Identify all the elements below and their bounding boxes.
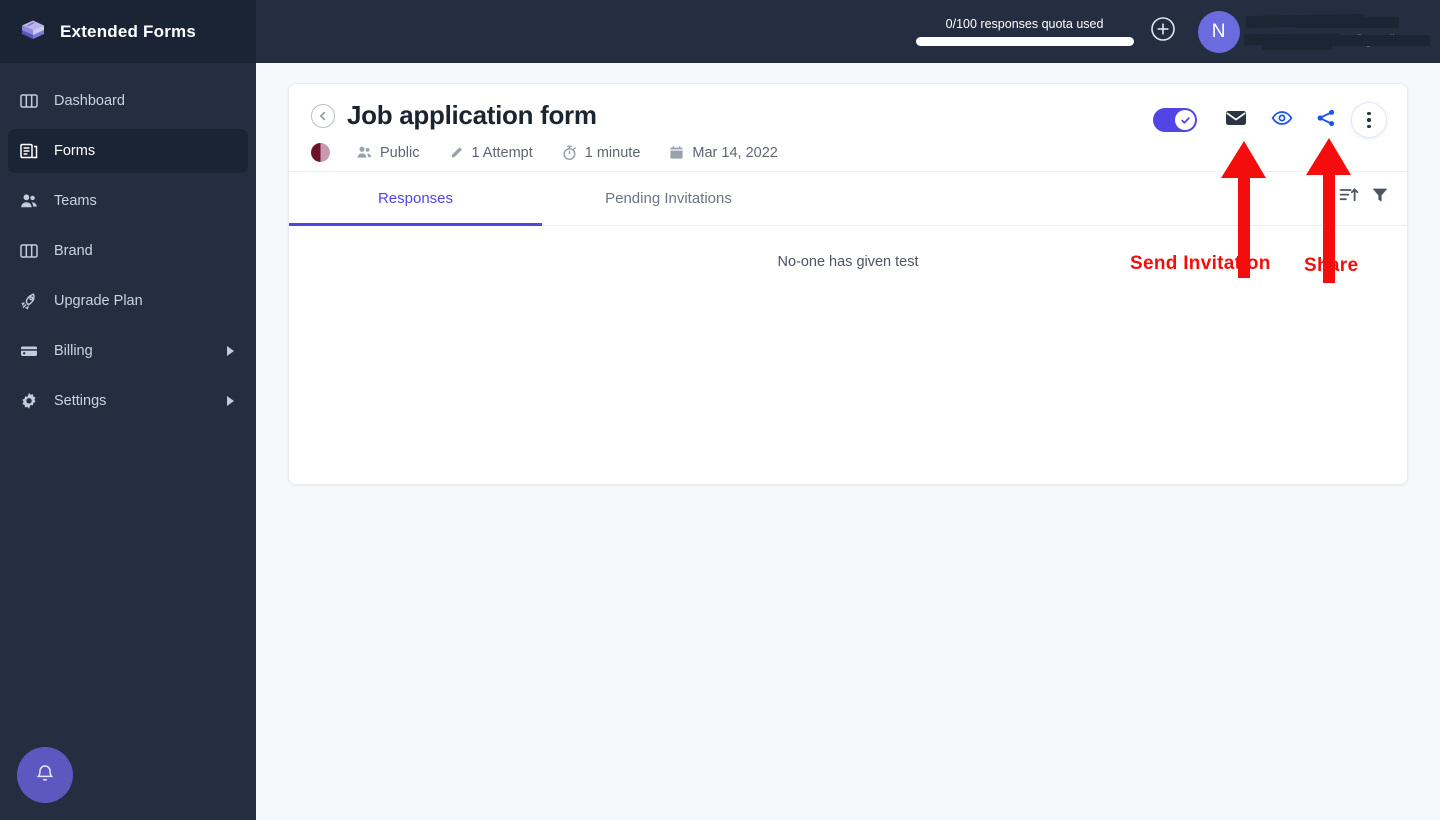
envelope-icon (1225, 109, 1247, 132)
wallet-icon (18, 340, 40, 362)
meta-attempts: 1 Attempt (448, 144, 533, 161)
sidebar-item-label: Dashboard (54, 93, 125, 109)
form-actions (1153, 102, 1387, 138)
main-content: Job application form Public 1 Attempt 1 … (256, 63, 1440, 820)
rocket-icon (18, 290, 40, 312)
eye-icon (1271, 110, 1293, 131)
meta-date: Mar 14, 2022 (668, 144, 778, 161)
sidebar-item-brand[interactable]: Brand (8, 229, 248, 273)
sidebar-item-settings[interactable]: Settings (8, 379, 248, 423)
meta-label: Mar 14, 2022 (692, 144, 778, 161)
meta-label: 1 minute (584, 144, 641, 161)
bell-icon (33, 761, 57, 790)
stopwatch-icon (561, 144, 578, 161)
tab-label: Responses (377, 190, 454, 207)
redaction-bar (1293, 16, 1399, 28)
forms-icon (18, 140, 40, 162)
user-menu[interactable]: N nikitachandola540 nikitachandola540@gm… (1197, 10, 1430, 53)
sidebar-item-label: Brand (54, 243, 93, 259)
table-tools (1339, 186, 1389, 204)
tab-pending-invitations[interactable]: Pending Invitations (542, 172, 795, 225)
sort-ascending-icon[interactable] (1339, 186, 1359, 204)
gear-icon (18, 390, 40, 412)
sidebar-nav: Dashboard Forms Teams Brand Upgrade Plan… (0, 63, 256, 429)
add-form-button[interactable] (1148, 17, 1178, 47)
form-meta-row: Public 1 Attempt 1 minute Mar 14, 2022 (311, 143, 1385, 162)
form-color-badge (311, 143, 330, 162)
share-icon (1315, 108, 1337, 133)
meta-label: Public (380, 144, 420, 161)
quota-meter: 0/100 responses quota used (915, 17, 1134, 46)
meta-duration: 1 minute (561, 144, 641, 161)
chevron-right-icon (227, 396, 234, 406)
brand-header[interactable]: Extended Forms (0, 0, 256, 63)
sidebar-item-dashboard[interactable]: Dashboard (8, 79, 248, 123)
pencil-icon (448, 144, 465, 161)
tab-responses[interactable]: Responses (289, 172, 542, 226)
tab-label: Pending Invitations (605, 190, 732, 207)
app-root: Extended Forms Dashboard Forms Teams Bra… (0, 0, 1440, 820)
notification-bell-button[interactable] (17, 747, 73, 803)
sidebar-item-teams[interactable]: Teams (8, 179, 248, 223)
user-identity: nikitachandola540 nikitachandola540@gmai… (1243, 13, 1430, 50)
send-invitation-button[interactable] (1219, 105, 1253, 135)
sidebar-item-label: Teams (54, 193, 97, 209)
plus-circle-icon (1149, 15, 1177, 48)
people-icon (356, 144, 373, 161)
share-button[interactable] (1309, 105, 1343, 135)
chevron-right-icon (227, 346, 234, 356)
three-dots-icon (1367, 111, 1371, 129)
publish-toggle[interactable] (1153, 108, 1197, 132)
form-detail-card: Job application form Public 1 Attempt 1 … (288, 83, 1408, 485)
form-header: Job application form Public 1 Attempt 1 … (289, 84, 1407, 172)
columns-icon (18, 240, 40, 262)
sidebar-item-label: Forms (54, 143, 96, 159)
avatar: N (1197, 10, 1240, 53)
calendar-icon (668, 144, 685, 161)
preview-button[interactable] (1265, 105, 1299, 135)
meta-visibility: Public (356, 144, 420, 161)
empty-message: No-one has given test (777, 254, 919, 270)
quota-label: 0/100 responses quota used (945, 17, 1104, 31)
sidebar-item-label: Billing (54, 343, 93, 359)
chevron-left-circle-icon[interactable] (311, 103, 335, 128)
sidebar-item-upgrade-plan[interactable]: Upgrade Plan (8, 279, 248, 323)
sidebar-item-label: Settings (54, 393, 107, 409)
columns-icon (18, 90, 40, 112)
layers-cube-icon (18, 17, 48, 47)
people-icon (18, 190, 40, 212)
more-options-button[interactable] (1351, 102, 1387, 138)
sidebar: Extended Forms Dashboard Forms Teams Bra… (0, 0, 256, 820)
sidebar-item-label: Upgrade Plan (54, 293, 143, 309)
responses-empty-state: No-one has given test (289, 226, 1407, 484)
form-tabs: Responses Pending Invitations (289, 172, 1407, 226)
redaction-bar (1261, 44, 1332, 50)
page-title: Job application form (347, 100, 597, 130)
brand-name: Extended Forms (60, 21, 196, 41)
meta-label: 1 Attempt (471, 144, 533, 161)
toggle-knob (1175, 110, 1195, 130)
quota-progress-track (915, 37, 1134, 46)
sidebar-item-billing[interactable]: Billing (8, 329, 248, 373)
topbar: 0/100 responses quota used N nikitachand… (256, 0, 1440, 63)
sidebar-item-forms[interactable]: Forms (8, 129, 248, 173)
filter-funnel-icon[interactable] (1371, 186, 1389, 204)
